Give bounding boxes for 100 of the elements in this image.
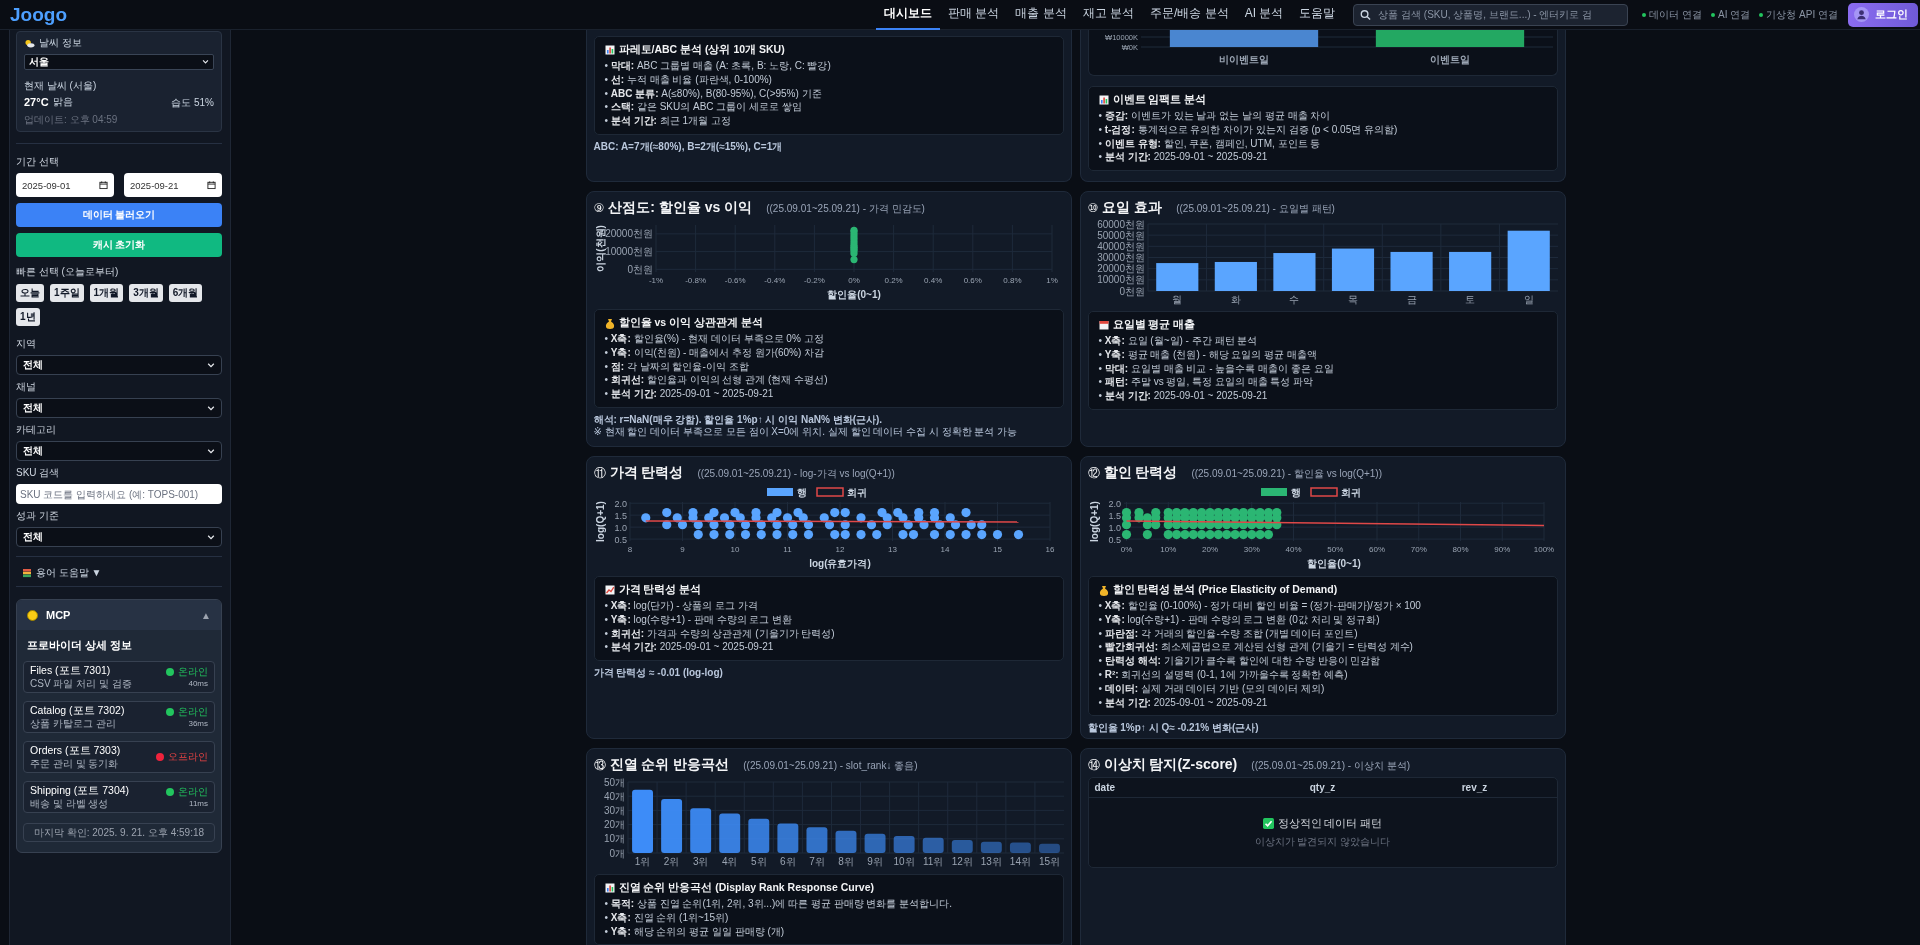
provider-name: Catalog (포트 7302) [30,704,125,718]
axis-tick-label: 10000천원 [1096,274,1145,286]
latency: 36ms [188,718,208,729]
info-item: • 분석 기간: 2025-09-01 ~ 2025-09-21 [1098,695,1269,710]
axis-tick-label: 12위 [951,856,973,867]
field-label: 채널 [16,380,37,395]
info-item: • ABC 분류: A(≤80%), B(80-95%), C(>95%) 기준 [604,86,823,101]
axis-tick-label: 30개 [603,804,625,816]
provider-description: 상품 카탈로그 관리 [30,717,116,731]
info-item: • X축: 요일 (월~일) - 주간 패턴 분석 [1098,334,1259,348]
note-text: 가격 탄력성 ≈ -0.01 (log-log) [593,667,724,680]
axis-tick-label: 50% [1326,545,1343,554]
legend-label: 행 [796,487,807,498]
axis-tick-label: 8위 [837,856,854,867]
axis-tick-label: 4위 [721,856,737,867]
axis-tick-label: 100% [1533,545,1554,554]
card-title: 이상치 탐지(Z-score) [1103,756,1238,774]
axis-tick-label: 14위 [1009,856,1031,867]
axis-title: log(Q+1) [1088,501,1100,542]
empty-message: 이상치가 발견되지 않았습니다 [1254,835,1391,849]
provider-status: 온라인 [178,786,208,799]
weather-condition: 맑음 [52,96,73,109]
axis-tick-label: 13 [887,545,897,554]
legend-label: 회귀 [1340,487,1361,498]
axis-tick-label: 8 [627,545,632,554]
card-subtitle: ((25.09.01~25.09.21) - 할인율 vs log(Q+1)) [1191,467,1383,481]
axis-tick-label: 수 [1288,294,1299,305]
info-item: • 목적: 상품 진열 순위(1위, 2위, 3위...)에 따른 평균 판매량 변화를 분석합니다. [604,897,953,911]
info-item: • 점: 각 날짜의 할인율-이익 조합 [604,359,750,374]
field-label: 성과 기준 [16,509,60,524]
section-number: ⑨ [593,201,605,215]
weather-title: 날씨 정보 [39,37,82,50]
axis-tick-label: 10개 [603,833,625,845]
axis-title: 이익(천원) [594,225,606,272]
field-label: SKU 검색 [16,466,61,481]
info-title: 할인율 vs 이익 상관관계 분석 [618,316,763,330]
axis-tick-label: 비이벤트일 [1218,54,1269,65]
card-title: 할인 탄력성 [1103,464,1178,482]
axis-tick-label: 2.0 [1108,498,1121,509]
note-text: 할인율 1%p↑ 시 Q≈ -0.21% 변화(근사) [1087,722,1260,735]
humidity: 습도 51% [171,96,214,110]
info-item: • Y축: 평균 매출 (천원) - 해당 요일의 평균 매출액 [1098,347,1318,362]
column-header: rev_z [1461,782,1488,793]
axis-tick-label: 토 [1464,294,1475,305]
provider-description: CSV 파일 처리 및 검증 [30,677,132,691]
axis-tick-label: 0.4% [923,276,942,285]
field-label: 지역 [16,337,37,352]
axis-tick-label: 60000천원 [1096,220,1145,230]
axis-tick-label: 5위 [750,856,767,867]
axis-tick-label: 3위 [692,856,708,867]
info-title: 이벤트 임팩트 분석 [1112,93,1207,107]
info-title: 파레토/ABC 분석 (상위 10개 SKU) [618,43,785,57]
axis-tick-label: 30% [1243,545,1260,554]
section-number: ⑭ [1087,757,1100,774]
axis-tick-label: 10 [730,545,739,554]
axis-tick-label: 16 [1045,545,1054,554]
note-text: ※ 현재 할인 데이터 부족으로 모든 점이 X=0에 위치. 실제 할인 데이터 수집 시 정확한 분석 가능 [593,426,1019,439]
axis-tick-label: 40% [1285,545,1301,554]
axis-tick-label: 1.0 [1108,522,1121,533]
section-number: ⑩ [1087,201,1099,215]
info-item: • t-검정: 통계적으로 유의한 차이가 있는지 검증 (p < 0.05면 유의함) [1098,122,1399,137]
info-item: • 분석 기간: 2025-09-01 ~ 2025-09-21 [1098,389,1269,403]
axis-tick-label: -0.4% [763,276,785,285]
latency: 40ms [188,678,208,689]
info-title: 요일별 평균 매출 [1112,318,1196,332]
card-title: 산점도: 할인율 vs 이익 [608,199,753,217]
axis-tick-label: 2.0 [614,498,627,509]
axis-tick-label: 0천원 [1118,285,1145,297]
axis-tick-label: -0.2% [803,276,825,285]
section-number: ⑫ [1087,465,1100,482]
field-label: 기간 선택 [16,155,60,170]
info-item: • 분석 기간: 2025-09-01 ~ 2025-09-21 [604,387,775,401]
status-label: 데이터 연결 [1649,7,1703,22]
axis-tick-label: 0.6% [963,276,982,285]
provider-name: Files (포트 7301) [30,664,111,678]
axis-tick-label: -0.8% [684,276,706,285]
provider-status: 오프라인 [168,751,208,764]
axis-tick-label: 0.8% [1002,276,1021,285]
info-item: • 선: 누적 매출 비율 (파란색, 0-100%) [604,72,773,87]
status-label: 기상청 API 연결 [1766,7,1838,22]
provider-description: 배송 및 라벨 생성 [30,797,109,811]
axis-tick-label: 80% [1452,545,1468,554]
axis-tick-label: 6위 [779,856,796,867]
note-text: ABC: A=7개(≈80%), B=2개(≈15%), C=1개 [593,141,784,154]
info-item: • X축: 진열 순위 (1위~15위) [604,910,730,925]
axis-tick-label: -0.6% [724,276,746,285]
axis-tick-label: 1위 [634,856,650,867]
card-subtitle: ((25.09.01~25.09.21) - 가격 민감도) [766,202,925,216]
section-number: ⑪ [593,465,606,482]
info-item: • 막대: 요일별 매출 비교 - 높을수록 매출이 좋은 요일 [1098,361,1335,376]
card-subtitle: ((25.09.01~25.09.21) - slot_rank↓ 좋음) [743,759,918,773]
provider-status: 온라인 [178,666,208,679]
info-item: • Y축: log(수량+1) - 판매 수량의 로그 변환 [604,612,794,627]
info-item: • X축: log(단가) - 상품의 로그 가격 [604,599,759,613]
axis-tick-label: 60% [1368,545,1385,554]
info-item: • 분석 기간: 최근 1개월 고정 [604,114,732,128]
axis-tick-label: 14 [940,545,949,554]
axis-tick-label: 15위 [1038,856,1060,867]
axis-tick-label: 10위 [893,856,915,867]
axis-tick-label: 0% [1120,545,1132,554]
